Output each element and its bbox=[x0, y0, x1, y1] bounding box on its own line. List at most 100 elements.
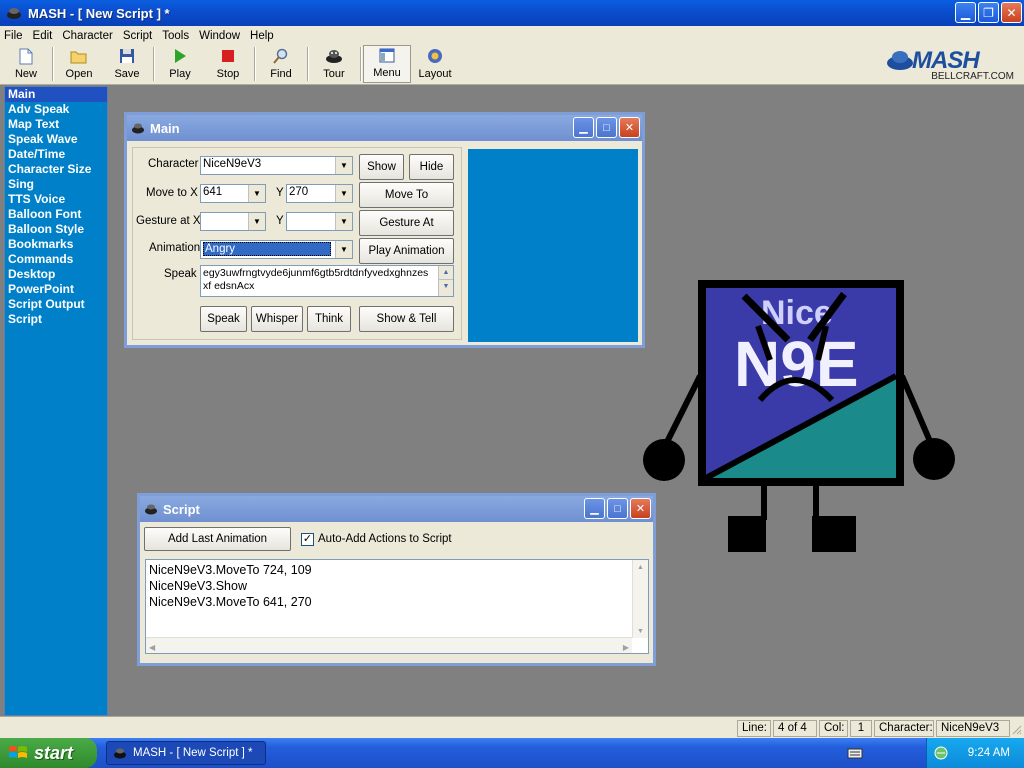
menu-script[interactable]: Script bbox=[123, 30, 152, 42]
layout-button[interactable]: Layout bbox=[411, 45, 459, 83]
character-select[interactable]: NiceN9eV3 ▼ bbox=[200, 156, 353, 175]
script-line: NiceN9eV3.MoveTo 641, 270 bbox=[149, 595, 312, 609]
sidebar-item-map-text[interactable]: Map Text bbox=[5, 117, 107, 132]
chevron-down-icon: ▼ bbox=[335, 241, 352, 258]
save-button[interactable]: Save bbox=[103, 45, 151, 83]
sidebar-item-speak-wave[interactable]: Speak Wave bbox=[5, 132, 107, 147]
character-sprite: Nice N9E bbox=[643, 280, 955, 552]
scroll-up-icon[interactable]: ▲ bbox=[439, 266, 453, 280]
status-bar: Line: 4 of 4 Col: 1 Character: NiceN9eV3 bbox=[0, 716, 1024, 738]
chevron-down-icon: ▼ bbox=[335, 213, 352, 230]
script-close-button[interactable]: ✕ bbox=[630, 498, 651, 519]
main-close-button[interactable]: ✕ bbox=[619, 117, 640, 138]
status-character-value: NiceN9eV3 bbox=[936, 720, 1010, 737]
think-button[interactable]: Think bbox=[307, 306, 351, 332]
animation-select[interactable]: Angry ▼ bbox=[200, 240, 353, 259]
stop-button[interactable]: Stop bbox=[204, 45, 252, 83]
script-window-titlebar[interactable]: Script bbox=[140, 496, 653, 522]
menu-edit[interactable]: Edit bbox=[33, 30, 53, 42]
sidebar-item-script[interactable]: Script bbox=[5, 312, 107, 327]
speak-text-input[interactable]: egy3uwfrngtvyde6junmf6gtb5rdtdnfyvedxghn… bbox=[200, 265, 454, 297]
gesture-x-select[interactable]: ▼ bbox=[200, 212, 266, 231]
script-minimize-button[interactable]: ▁ bbox=[584, 498, 605, 519]
tour-character-icon bbox=[325, 47, 343, 65]
sidebar-item-main[interactable]: Main bbox=[5, 87, 107, 102]
hide-button[interactable]: Hide bbox=[409, 154, 454, 180]
script-vertical-scrollbar[interactable]: ▲ ▼ bbox=[632, 560, 648, 638]
menu-file[interactable]: File bbox=[4, 30, 23, 42]
restore-button[interactable]: ❐ bbox=[978, 2, 999, 23]
sidebar-item-character-size[interactable]: Character Size bbox=[5, 162, 107, 177]
tour-button[interactable]: Tour bbox=[310, 45, 358, 83]
scroll-up-icon[interactable]: ▲ bbox=[633, 560, 648, 574]
network-icon[interactable] bbox=[933, 745, 949, 761]
move-x-select[interactable]: 641 ▼ bbox=[200, 184, 266, 203]
play-animation-button[interactable]: Play Animation bbox=[359, 238, 454, 264]
mash-window-icon bbox=[145, 504, 157, 515]
open-button[interactable]: Open bbox=[55, 45, 103, 83]
preview-panel bbox=[468, 149, 638, 342]
find-button[interactable]: Find bbox=[257, 45, 305, 83]
resize-grip-icon[interactable] bbox=[1010, 723, 1022, 735]
speak-button[interactable]: Speak bbox=[200, 306, 247, 332]
keyboard-icon[interactable] bbox=[847, 746, 863, 760]
new-document-icon bbox=[17, 47, 35, 65]
gesture-y-label: Y bbox=[276, 215, 284, 227]
new-button[interactable]: New bbox=[2, 45, 50, 83]
status-col-value: 1 bbox=[850, 720, 872, 737]
sidebar-item-script-output[interactable]: Script Output bbox=[5, 297, 107, 312]
animation-label: Animation bbox=[149, 242, 201, 254]
menu-help[interactable]: Help bbox=[250, 30, 274, 42]
scroll-right-icon[interactable]: ▶ bbox=[623, 640, 629, 656]
scroll-down-icon[interactable]: ▼ bbox=[439, 280, 453, 294]
scroll-down-icon[interactable]: ▼ bbox=[633, 624, 648, 638]
window-title: MASH - [ New Script ] * bbox=[28, 5, 170, 21]
scroll-left-icon[interactable]: ◀ bbox=[149, 640, 155, 656]
add-last-animation-button[interactable]: Add Last Animation bbox=[144, 527, 291, 551]
main-minimize-button[interactable]: ▁ bbox=[573, 117, 594, 138]
move-y-select[interactable]: 270 ▼ bbox=[286, 184, 353, 203]
taskbar-item-mash[interactable]: MASH - [ New Script ] * bbox=[106, 741, 266, 765]
sidebar-item-adv-speak[interactable]: Adv Speak bbox=[5, 102, 107, 117]
main-maximize-button[interactable]: □ bbox=[596, 117, 617, 138]
whisper-button[interactable]: Whisper bbox=[251, 306, 303, 332]
sidebar-item-balloon-style[interactable]: Balloon Style bbox=[5, 222, 107, 237]
script-text-area[interactable]: NiceN9eV3.MoveTo 724, 109 NiceN9eV3.Show… bbox=[145, 559, 649, 654]
auto-add-checkbox[interactable]: ✓ bbox=[301, 533, 314, 546]
play-button[interactable]: Play bbox=[156, 45, 204, 83]
menu-tools[interactable]: Tools bbox=[162, 30, 189, 42]
gesture-y-select[interactable]: ▼ bbox=[286, 212, 353, 231]
script-maximize-button[interactable]: □ bbox=[607, 498, 628, 519]
command-list: Main Adv Speak Map Text Speak Wave Date/… bbox=[4, 86, 108, 716]
mash-app-icon bbox=[114, 748, 126, 759]
script-horizontal-scrollbar[interactable]: ◀ ▶ bbox=[146, 637, 632, 653]
start-button[interactable]: start bbox=[0, 738, 97, 768]
menu-character[interactable]: Character bbox=[62, 30, 113, 42]
sidebar-item-date-time[interactable]: Date/Time bbox=[5, 147, 107, 162]
magnifier-icon bbox=[272, 47, 290, 65]
main-window-titlebar[interactable]: Main bbox=[127, 115, 642, 141]
sidebar-item-bookmarks[interactable]: Bookmarks bbox=[5, 237, 107, 252]
speak-scrollbar[interactable]: ▲ ▼ bbox=[438, 266, 453, 296]
close-button[interactable]: ✕ bbox=[1001, 2, 1022, 23]
sidebar-item-balloon-font[interactable]: Balloon Font bbox=[5, 207, 107, 222]
floppy-disk-icon bbox=[118, 47, 136, 65]
gesture-at-button[interactable]: Gesture At bbox=[359, 210, 454, 236]
gesture-at-x-label: Gesture at X bbox=[136, 215, 201, 227]
show-and-tell-button[interactable]: Show & Tell bbox=[359, 306, 454, 332]
sidebar-item-tts-voice[interactable]: TTS Voice bbox=[5, 192, 107, 207]
stop-icon bbox=[219, 47, 237, 65]
menu-window[interactable]: Window bbox=[199, 30, 240, 42]
minimize-button[interactable]: ▁ bbox=[955, 2, 976, 23]
menu-toggle-button[interactable]: Menu bbox=[363, 45, 411, 83]
status-character-label: Character: bbox=[874, 720, 934, 737]
system-tray: 9:24 AM bbox=[847, 738, 1024, 768]
show-button[interactable]: Show bbox=[359, 154, 404, 180]
speak-label: Speak bbox=[164, 268, 197, 280]
sidebar-item-powerpoint[interactable]: PowerPoint bbox=[5, 282, 107, 297]
sidebar-item-desktop[interactable]: Desktop bbox=[5, 267, 107, 282]
sidebar-item-commands[interactable]: Commands bbox=[5, 252, 107, 267]
taskbar: start MASH - [ New Script ] * 9:24 AM bbox=[0, 738, 1024, 768]
move-to-button[interactable]: Move To bbox=[359, 182, 454, 208]
sidebar-item-sing[interactable]: Sing bbox=[5, 177, 107, 192]
